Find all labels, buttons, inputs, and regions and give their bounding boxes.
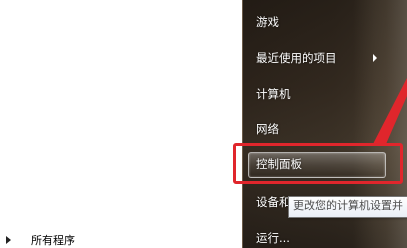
submenu-arrow-icon xyxy=(373,54,377,62)
menu-item-games[interactable]: 游戏 xyxy=(256,12,279,32)
all-programs-label: 所有程序 xyxy=(31,234,75,247)
menu-item-label: 游戏 xyxy=(256,15,279,29)
menu-item-label: 设备和 xyxy=(256,195,291,209)
menu-item-recent-items[interactable]: 最近使用的项目 xyxy=(256,48,337,68)
menu-item-network[interactable]: 网络 xyxy=(256,119,279,139)
all-programs-item[interactable]: 所有程序 xyxy=(0,232,200,248)
menu-item-devices[interactable]: 设备和 xyxy=(256,192,291,212)
programs-pane: 所有程序 xyxy=(0,0,242,248)
menu-item-label: 网络 xyxy=(256,122,279,136)
menu-item-label: 运行... xyxy=(256,231,290,245)
right-arrow-icon xyxy=(6,236,11,244)
menu-item-run[interactable]: 运行... xyxy=(256,228,290,248)
tooltip-text: 更改您的计算机设置并 xyxy=(293,199,403,212)
start-menu: 所有程序 游戏 最近使用的项目 计算机 网络 控制面板 设备和 运行... 更改… xyxy=(0,0,407,248)
tooltip: 更改您的计算机设置并 xyxy=(288,196,407,218)
menu-item-label: 最近使用的项目 xyxy=(256,51,337,65)
annotation-box xyxy=(233,143,403,184)
menu-item-computer[interactable]: 计算机 xyxy=(256,84,291,104)
menu-item-label: 计算机 xyxy=(256,87,291,101)
